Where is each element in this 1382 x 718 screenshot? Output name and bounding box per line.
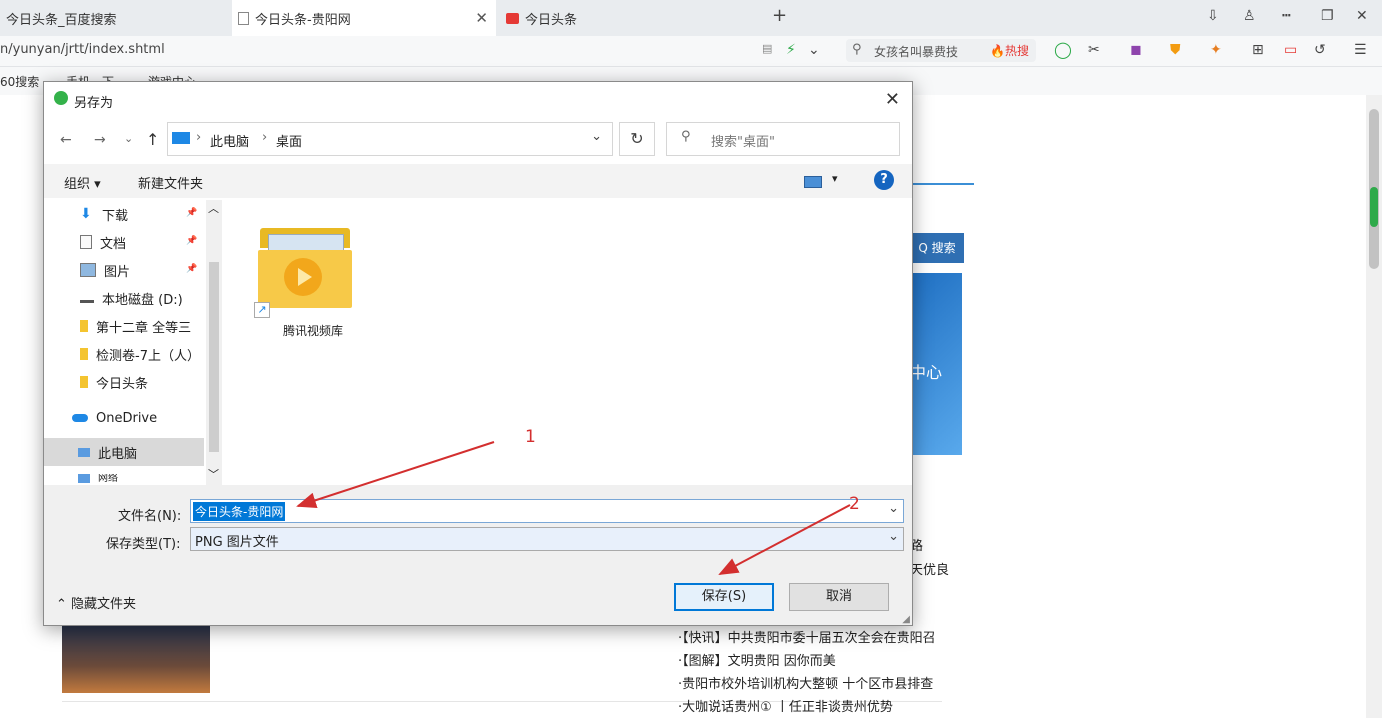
- annotation-label-2: 2: [849, 494, 860, 514]
- annotation-arrow-1: [296, 441, 495, 509]
- annotation-label-1: 1: [525, 427, 536, 447]
- annotation-overlay: [296, 441, 851, 575]
- annotation-arrow-2: [718, 504, 851, 575]
